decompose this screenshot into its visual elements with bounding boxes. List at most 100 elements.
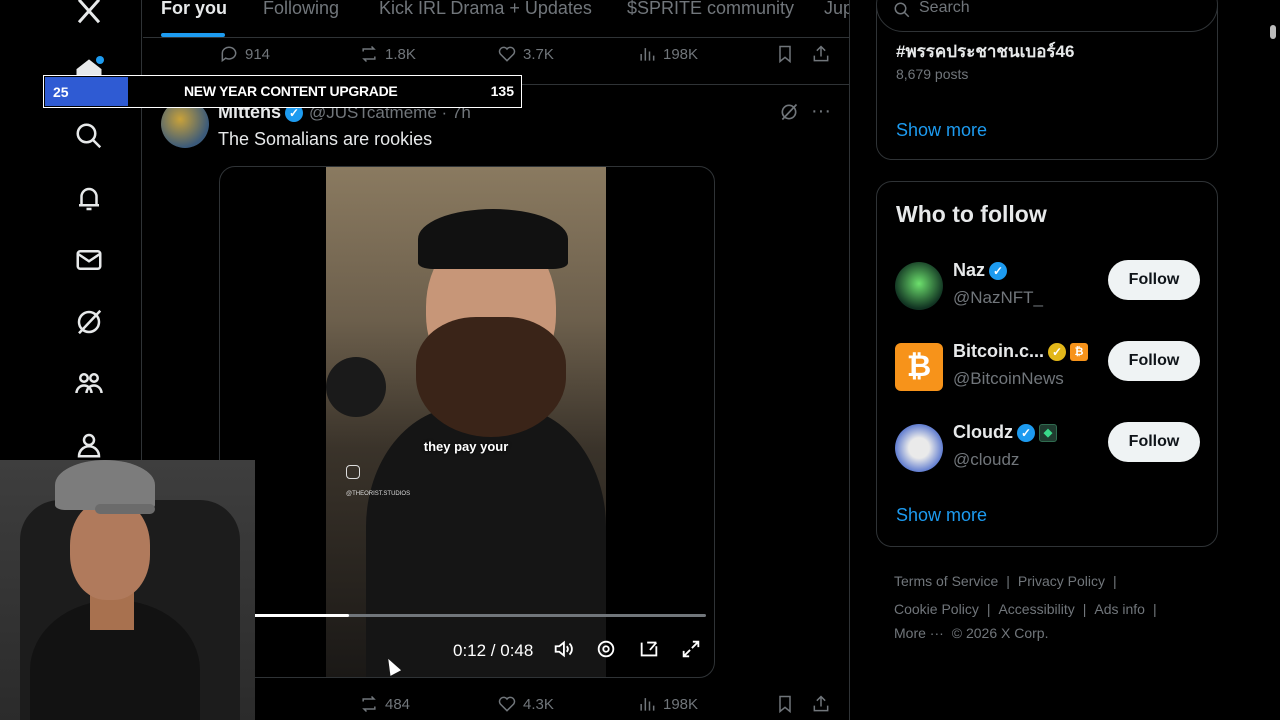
more-options-icon[interactable]: ··· xyxy=(811,100,831,123)
reply-icon xyxy=(221,46,237,63)
search-icon[interactable] xyxy=(70,117,108,155)
goal-title: NEW YEAR CONTENT UPGRADE xyxy=(184,83,398,99)
settings-button[interactable] xyxy=(592,635,620,663)
video-watermark: @THEORIST.STUDIOS xyxy=(346,491,411,497)
share-button[interactable] xyxy=(811,694,831,714)
divider: | xyxy=(1006,573,1010,589)
fullscreen-icon xyxy=(682,640,700,658)
cookie-policy-link[interactable]: Cookie Policy xyxy=(894,601,979,617)
like-count: 3.7K xyxy=(523,45,554,63)
footer-links: Terms of Service | Privacy Policy | Cookie… xyxy=(894,573,1194,653)
trends-show-more-link[interactable]: Show more xyxy=(896,120,987,141)
terms-link[interactable]: Terms of Service xyxy=(894,573,998,589)
suggestion-name[interactable]: Cloudz ✓ ◆ xyxy=(953,422,1057,443)
who-to-follow-panel: Who to follow Naz ✓ @NazNFT_ Follow ₿ Bi… xyxy=(876,181,1218,547)
tab-sprite-community[interactable]: $SPRITE community xyxy=(627,0,794,19)
speaker-beard xyxy=(416,317,566,437)
volume-button[interactable] xyxy=(549,635,577,663)
divider: | xyxy=(1152,601,1157,617)
video-time: 0:12 / 0:48 xyxy=(453,641,534,660)
bookmark-button[interactable] xyxy=(775,44,795,64)
grok-post-button[interactable] xyxy=(779,102,799,127)
x-logo-icon[interactable] xyxy=(70,0,108,30)
follow-button[interactable]: Follow xyxy=(1108,422,1200,462)
follow-suggestion[interactable]: Naz ✓ @NazNFT_ Follow xyxy=(895,260,1201,314)
privacy-link[interactable]: Privacy Policy xyxy=(1018,573,1105,589)
mail-icon[interactable] xyxy=(70,241,108,279)
bell-icon[interactable] xyxy=(70,180,108,218)
pip-button[interactable] xyxy=(635,635,663,663)
tab-kick-irl[interactable]: Kick IRL Drama + Updates xyxy=(379,0,592,19)
tab-following[interactable]: Following xyxy=(263,0,339,19)
suggestion-name[interactable]: Bitcoin.c... ✓ ₿ xyxy=(953,341,1089,362)
repost-button[interactable]: 484 xyxy=(359,694,410,714)
copyright: © 2026 X Corp. xyxy=(951,625,1049,641)
views-count: 198K xyxy=(663,45,699,63)
divider: | xyxy=(1113,573,1117,589)
microphone xyxy=(326,357,386,417)
profile-icon[interactable] xyxy=(70,426,108,464)
fullscreen-button[interactable] xyxy=(677,635,705,663)
who-to-follow-show-more-link[interactable]: Show more xyxy=(896,505,987,526)
suggestion-name[interactable]: Naz ✓ xyxy=(953,260,1008,281)
webcam-overlay xyxy=(0,460,255,720)
post-text: The Somalians are rookies xyxy=(218,129,433,149)
video-progress-bar[interactable] xyxy=(230,614,706,617)
timeline-tabs: For you Following Kick IRL Drama + Updat… xyxy=(143,0,849,38)
search-icon xyxy=(894,2,910,18)
bookmark-icon xyxy=(779,45,791,64)
video-controls: 0:12 / 0:48 xyxy=(220,635,714,671)
reply-button[interactable]: 914 xyxy=(219,44,270,64)
like-count: 4.3K xyxy=(523,695,554,713)
avatar[interactable] xyxy=(895,424,943,472)
streamer-cap xyxy=(55,460,155,510)
accessibility-link[interactable]: Accessibility xyxy=(998,601,1074,617)
trend-title[interactable]: #พรรคประชาชนเบอร์46 xyxy=(896,38,1074,65)
speaker-hat xyxy=(418,209,568,269)
suggestion-name-text: Cloudz xyxy=(953,422,1013,442)
bitcoin-logo-icon[interactable]: ₿ xyxy=(895,343,943,391)
reply-count: 914 xyxy=(245,45,271,63)
instagram-icon xyxy=(346,465,360,479)
divider: | xyxy=(1082,601,1087,617)
tab-for-you[interactable]: For you xyxy=(161,0,227,19)
suggestion-handle: @NazNFT_ xyxy=(953,288,1043,307)
follow-button[interactable]: Follow xyxy=(1108,341,1200,381)
share-icon xyxy=(813,695,829,712)
avatar[interactable] xyxy=(895,262,943,310)
follow-suggestion[interactable]: Cloudz ✓ ◆ @cloudz Follow xyxy=(895,422,1201,476)
views-button[interactable]: 198K xyxy=(637,694,698,714)
affiliate-badge-icon: ◆ xyxy=(1039,423,1057,442)
communities-icon[interactable] xyxy=(70,364,108,402)
bookmark-button[interactable] xyxy=(775,694,795,714)
repost-button[interactable]: 1.8K xyxy=(359,44,416,64)
follow-suggestion[interactable]: ₿ Bitcoin.c... ✓ ₿ @BitcoinNews Follow xyxy=(895,341,1201,395)
share-button[interactable] xyxy=(811,44,831,64)
suggestion-name-text: Naz xyxy=(953,260,986,280)
verified-icon: ✓ xyxy=(1017,423,1035,442)
tab-jup[interactable]: Jup xyxy=(824,0,849,19)
goal-target-count: 135 xyxy=(490,83,514,99)
views-button[interactable]: 198K xyxy=(637,44,698,64)
views-icon xyxy=(640,48,655,61)
views-count: 198K xyxy=(663,695,699,713)
goal-current-count: 25 xyxy=(45,77,128,106)
repost-icon xyxy=(362,45,376,63)
ads-info-link[interactable]: Ads info xyxy=(1094,601,1145,617)
verified-icon: ✓ xyxy=(989,261,1008,280)
more-link[interactable]: More ··· xyxy=(894,625,944,641)
streamer-cap-brim xyxy=(95,504,155,514)
search-input[interactable]: Search xyxy=(876,0,1218,32)
scrollbar[interactable] xyxy=(1270,25,1276,39)
streamer-face xyxy=(70,500,150,600)
grok-icon[interactable] xyxy=(70,303,108,341)
like-button[interactable]: 4.3K xyxy=(497,694,554,714)
video-player[interactable]: they pay your @THEORIST.STUDIOS 0:12 / 0… xyxy=(219,166,715,678)
heart-icon xyxy=(498,696,516,712)
like-button[interactable]: 3.7K xyxy=(497,44,554,64)
suggestion-name-text: Bitcoin.c... xyxy=(953,341,1045,361)
who-to-follow-title: Who to follow xyxy=(896,201,1047,227)
active-tab-indicator xyxy=(161,33,225,37)
repost-count: 484 xyxy=(385,695,411,713)
follow-button[interactable]: Follow xyxy=(1108,260,1200,300)
